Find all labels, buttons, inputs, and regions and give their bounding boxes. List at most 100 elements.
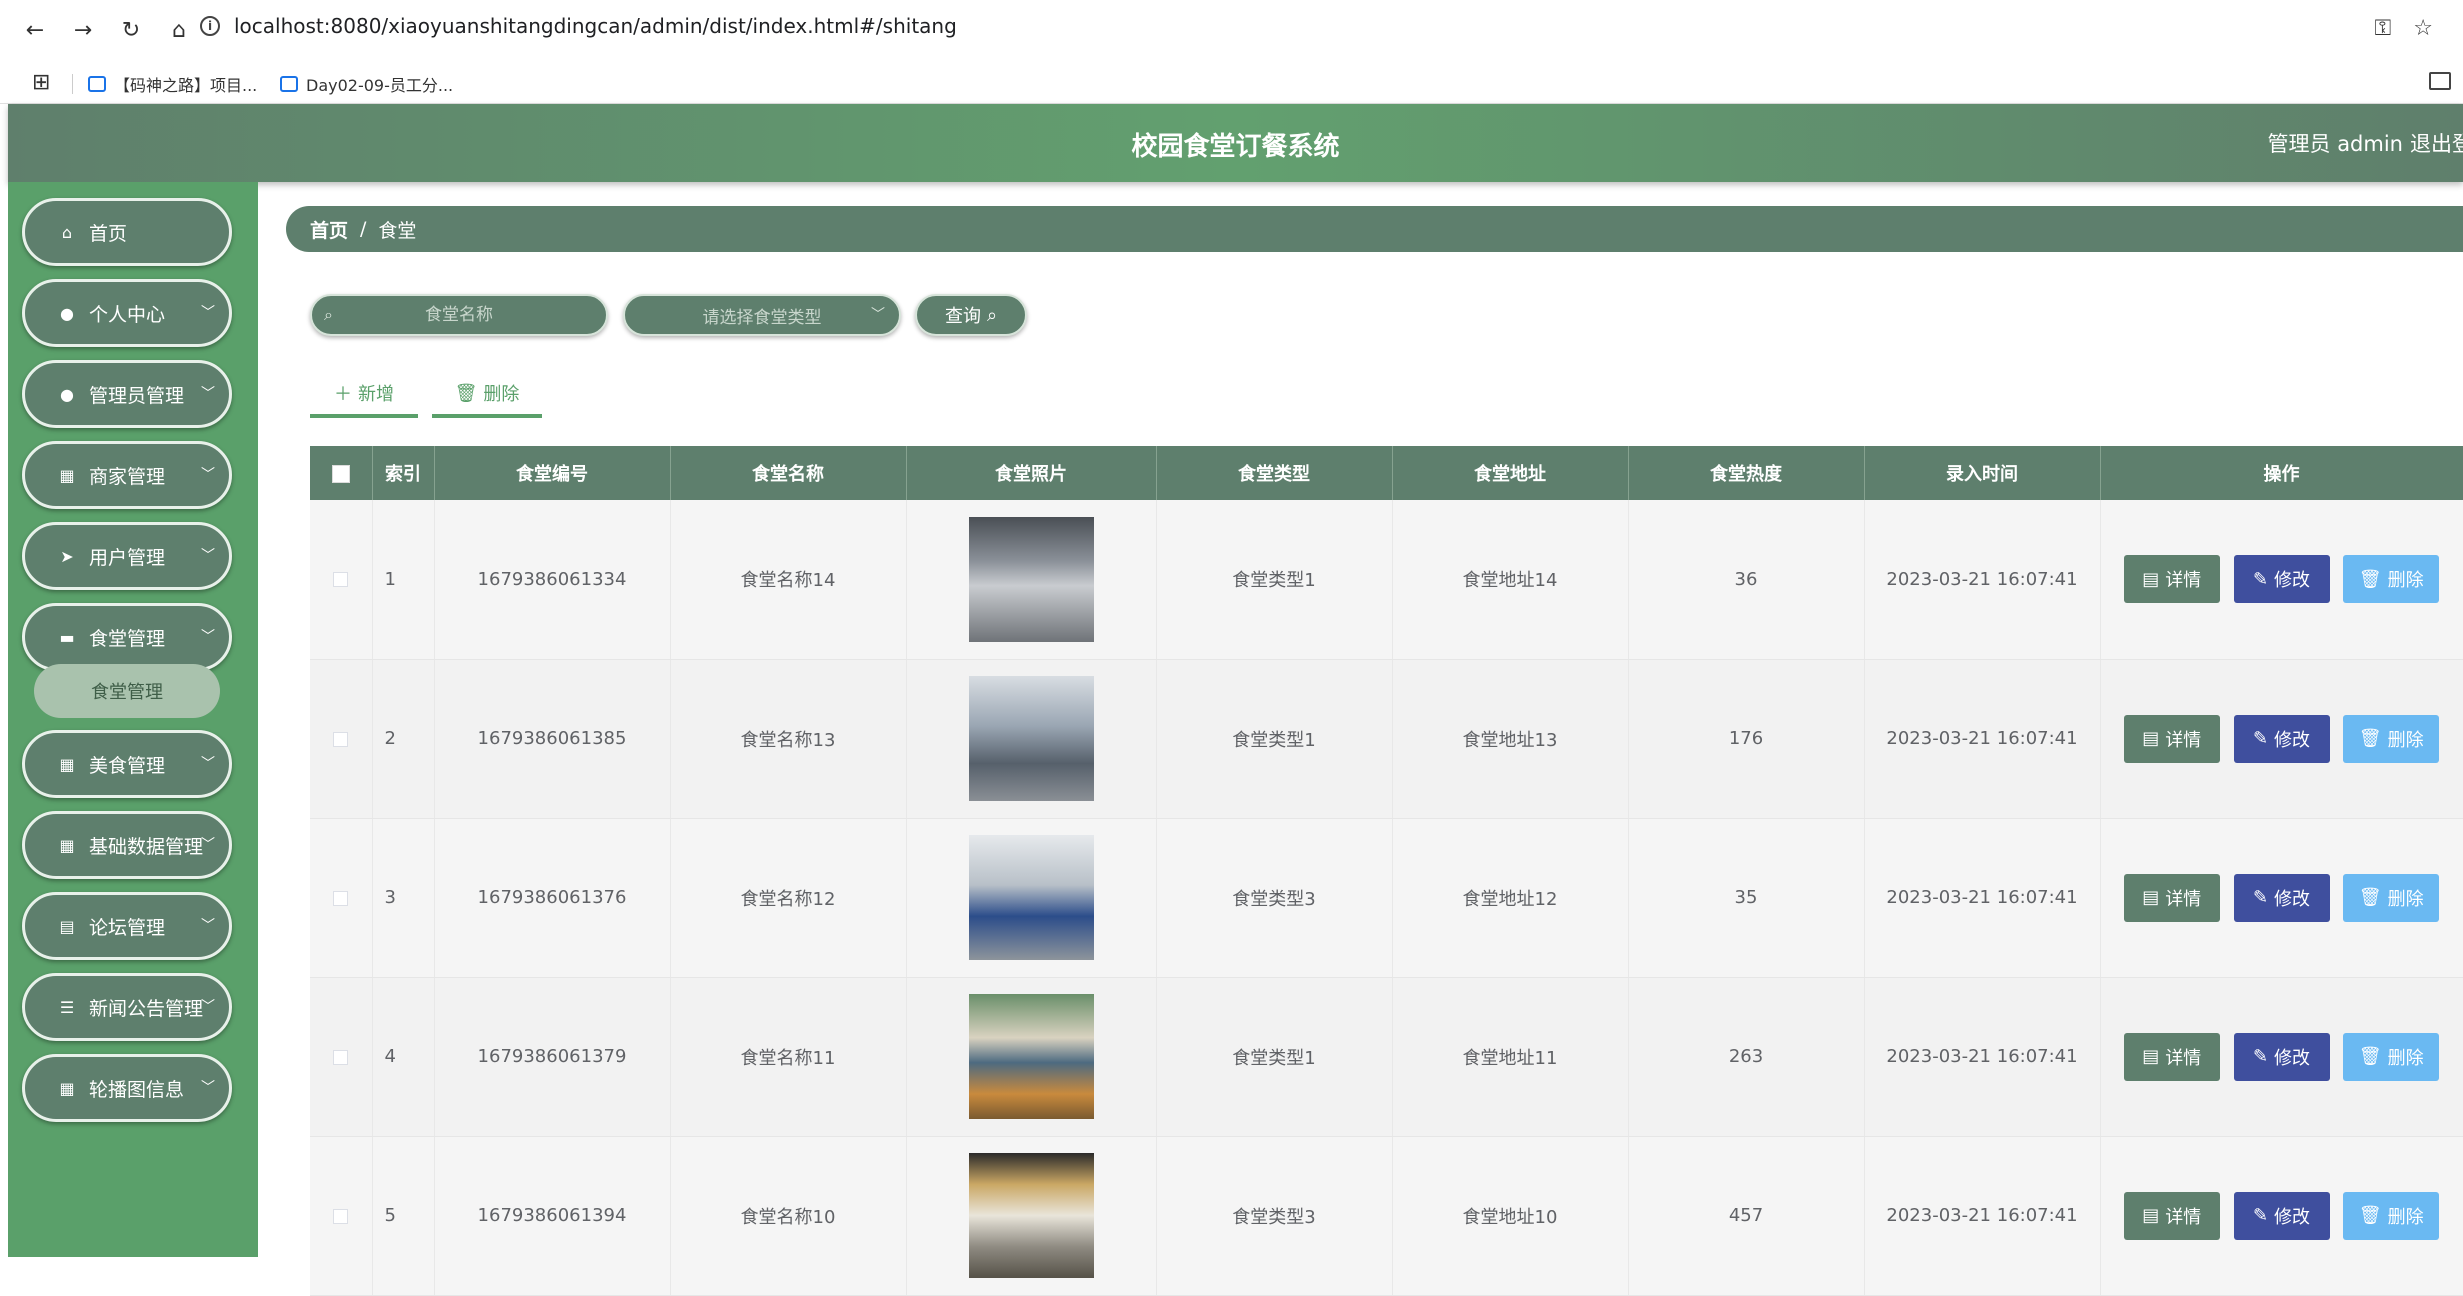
trash-icon: 🗑 — [2358, 728, 2382, 749]
delete-button[interactable]: 🗑 删除 — [2343, 714, 2440, 763]
row-type: 食堂类型1 — [1156, 500, 1393, 660]
header-code: 食堂编号 — [434, 446, 671, 500]
delete-button[interactable]: 🗑 删除 — [2343, 1032, 2440, 1081]
header-select-all[interactable] — [310, 446, 373, 500]
back-icon[interactable]: ← — [22, 18, 48, 43]
detail-button[interactable]: ▤ 详情 — [2123, 873, 2220, 922]
row-checkbox[interactable] — [333, 1049, 349, 1065]
edit-button[interactable]: ✎ 修改 — [2233, 873, 2330, 922]
row-heat: 457 — [1628, 1136, 1865, 1296]
row-checkbox[interactable] — [333, 731, 349, 747]
delete-button[interactable]: 🗑 删除 — [2343, 1191, 2440, 1240]
row-checkbox[interactable] — [333, 890, 349, 906]
row-actions: ▤ 详情 ✎ 修改 🗑 删除 — [2100, 818, 2463, 978]
canteen-name-input[interactable] — [344, 305, 574, 325]
row-name: 食堂名称10 — [670, 1136, 907, 1296]
bookmarks-separator — [72, 74, 73, 94]
grid-icon: ▦ — [59, 465, 75, 485]
row-address: 食堂地址14 — [1392, 500, 1629, 660]
sliders-icon: ☰ — [59, 997, 75, 1017]
row-code: 1679386061379 — [434, 977, 671, 1137]
apps-grid-icon[interactable]: ⊞ — [32, 70, 50, 95]
canteen-photo[interactable] — [968, 994, 1094, 1119]
row-code: 1679386061385 — [434, 659, 671, 819]
row-name: 食堂名称12 — [670, 818, 907, 978]
delete-button[interactable]: 🗑 删除 — [2343, 873, 2440, 922]
folder-icon[interactable] — [2429, 72, 2451, 90]
add-button[interactable]: ＋ 新增 — [310, 372, 418, 418]
breadcrumb: 首页 / 食堂 — [286, 206, 2463, 252]
chevron-down-icon: ﹀ — [201, 629, 215, 645]
row-index: 2 — [372, 659, 435, 819]
forward-icon[interactable]: → — [70, 18, 96, 43]
detail-button[interactable]: ▤ 详情 — [2123, 1032, 2220, 1081]
row-name: 食堂名称11 — [670, 977, 907, 1137]
row-address: 食堂地址13 — [1392, 659, 1629, 819]
header-photo: 食堂照片 — [906, 446, 1157, 500]
edit-button[interactable]: ✎ 修改 — [2233, 1032, 2330, 1081]
header-index: 索引 — [372, 446, 435, 500]
sidebar-item-forum[interactable]: ▤ 论坛管理 ﹀ — [22, 892, 232, 960]
trash-icon: 🗑 — [2358, 1046, 2382, 1067]
batch-delete-button[interactable]: 🗑 删除 — [432, 372, 542, 418]
sidebar-item-profile[interactable]: ● 个人中心 ﹀ — [22, 279, 232, 347]
detail-button[interactable]: ▤ 详情 — [2123, 555, 2220, 604]
edit-button[interactable]: ✎ 修改 — [2233, 1191, 2330, 1240]
logout-link[interactable]: 退出登 — [2410, 128, 2463, 158]
sidebar-item-news[interactable]: ☰ 新闻公告管理 ﹀ — [22, 973, 232, 1041]
detail-button[interactable]: ▤ 详情 — [2123, 714, 2220, 763]
sidebar-item-admins[interactable]: ● 管理员管理 ﹀ — [22, 360, 232, 428]
sidebar-item-canteens[interactable]: ▬ 食堂管理 ﹀ — [22, 603, 232, 671]
bookmark-item[interactable]: Day02-09-员工分... — [280, 72, 453, 96]
canteen-photo[interactable] — [968, 516, 1094, 642]
sidebar-item-merchants[interactable]: ▦ 商家管理 ﹀ — [22, 441, 232, 509]
canteen-name-search[interactable]: ⌕ — [310, 294, 608, 336]
select-all-checkbox[interactable] — [331, 464, 350, 483]
table-row: 1 1679386061334 食堂名称14 食堂类型1 食堂地址14 36 2… — [310, 500, 2463, 660]
breadcrumb-home[interactable]: 首页 — [310, 216, 348, 243]
info-icon[interactable]: i — [200, 16, 220, 36]
header-time: 录入时间 — [1864, 446, 2101, 500]
sidebar-item-home[interactable]: ⌂ 首页 — [22, 198, 232, 266]
row-time: 2023-03-21 16:07:41 — [1864, 659, 2101, 819]
bookmark-item[interactable]: 【码神之路】项目... — [88, 72, 257, 96]
query-button[interactable]: 查询 ⌕ — [915, 294, 1027, 336]
sidebar-subitem-canteen-management[interactable]: 食堂管理 — [34, 664, 220, 718]
home-icon[interactable]: ⌂ — [166, 18, 192, 43]
row-address: 食堂地址10 — [1392, 1136, 1629, 1296]
clipboard-icon: ▤ — [59, 916, 75, 936]
row-actions: ▤ 详情 ✎ 修改 🗑 删除 — [2100, 977, 2463, 1137]
row-type: 食堂类型1 — [1156, 977, 1393, 1137]
chevron-down-icon: ﹀ — [201, 999, 215, 1015]
sidebar-item-users[interactable]: ➤ 用户管理 ﹀ — [22, 522, 232, 590]
sidebar-item-food[interactable]: ▦ 美食管理 ﹀ — [22, 730, 232, 798]
chevron-down-icon: ﹀ — [201, 1080, 215, 1096]
row-type: 食堂类型1 — [1156, 659, 1393, 819]
canteen-type-select[interactable]: 请选择食堂类型 ﹀ — [623, 294, 901, 336]
reload-icon[interactable]: ↻ — [118, 18, 144, 43]
breadcrumb-current: 食堂 — [378, 219, 417, 242]
canteen-photo[interactable] — [968, 1153, 1094, 1278]
browser-tools: ⚿ ☆ — [2375, 16, 2433, 41]
sidebar-item-carousel[interactable]: ▦ 轮播图信息 ﹀ — [22, 1054, 232, 1122]
canteen-photo[interactable] — [968, 835, 1094, 960]
edit-button[interactable]: ✎ 修改 — [2233, 714, 2330, 763]
row-checkbox[interactable] — [333, 1208, 349, 1224]
sidebar-item-basic-data[interactable]: ▦ 基础数据管理 ﹀ — [22, 811, 232, 879]
browser-toolbar: ← → ↻ ⌂ i localhost:8080/xiaoyuanshitang… — [0, 0, 2463, 64]
trash-icon: 🗑 — [2358, 568, 2382, 590]
chevron-down-icon: ﹀ — [871, 307, 885, 323]
star-icon[interactable]: ☆ — [2413, 16, 2433, 41]
row-heat: 36 — [1628, 500, 1865, 660]
delete-button[interactable]: 🗑 删除 — [2343, 555, 2440, 604]
row-checkbox[interactable] — [333, 572, 349, 588]
key-icon[interactable]: ⚿ — [2375, 16, 2392, 41]
briefcase-icon: ▬ — [59, 627, 75, 647]
edit-button[interactable]: ✎ 修改 — [2233, 555, 2330, 604]
header-address: 食堂地址 — [1392, 446, 1629, 500]
detail-button[interactable]: ▤ 详情 — [2123, 1191, 2220, 1240]
url-text[interactable]: localhost:8080/xiaoyuanshitangdingcan/ad… — [234, 14, 957, 38]
canteen-photo[interactable] — [968, 676, 1094, 801]
header-name: 食堂名称 — [670, 446, 907, 500]
address-bar[interactable]: i localhost:8080/xiaoyuanshitangdingcan/… — [200, 14, 957, 38]
